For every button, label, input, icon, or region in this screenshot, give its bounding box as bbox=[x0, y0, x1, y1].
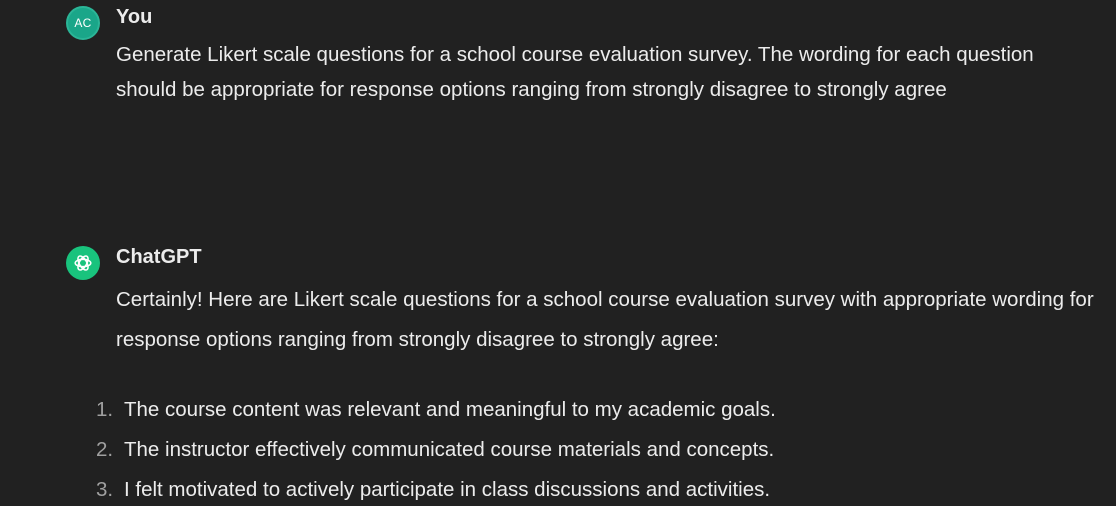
openai-logo-icon bbox=[66, 246, 100, 280]
list-item-number: 2. bbox=[96, 438, 114, 461]
user-avatar-initials: AC bbox=[74, 16, 92, 30]
openai-logo-svg bbox=[74, 255, 92, 271]
likert-question-list: 1. The course content was relevant and m… bbox=[96, 390, 776, 506]
list-item: 2. The instructor effectively communicat… bbox=[96, 430, 776, 470]
user-avatar: AC bbox=[66, 6, 100, 40]
list-item-text: The instructor effectively communicated … bbox=[124, 438, 775, 461]
assistant-author-name: ChatGPT bbox=[116, 246, 202, 268]
user-message-text: Generate Likert scale questions for a sc… bbox=[116, 43, 1034, 101]
list-item: 3. I felt motivated to actively particip… bbox=[96, 470, 776, 506]
assistant-intro-text: Certainly! Here are Likert scale questio… bbox=[116, 288, 1094, 351]
list-item-number: 3. bbox=[96, 478, 114, 501]
list-item-number: 1. bbox=[96, 398, 114, 421]
list-item-text: The course content was relevant and mean… bbox=[124, 398, 776, 421]
user-author-name: You bbox=[116, 6, 153, 28]
list-item: 1. The course content was relevant and m… bbox=[96, 390, 776, 430]
list-item-text: I felt motivated to actively participate… bbox=[124, 478, 771, 501]
